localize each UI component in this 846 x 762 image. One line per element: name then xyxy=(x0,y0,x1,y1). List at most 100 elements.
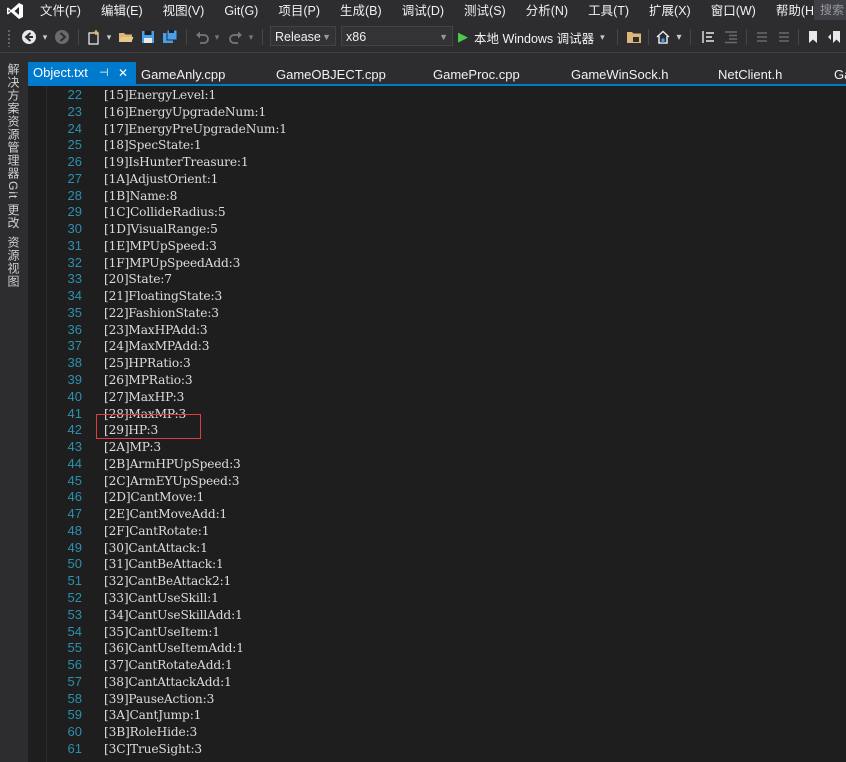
tab-gameanly-cpp[interactable]: GameAnly.cpp xyxy=(141,63,225,86)
line-number: 61 xyxy=(67,740,82,756)
undo-dropdown-icon[interactable]: ▾ xyxy=(212,22,222,52)
search-input[interactable]: 搜索 xyxy=(814,0,846,20)
tab-object-txt[interactable]: Object.txt ⊣ ✕ xyxy=(28,62,136,84)
uncomment-lines-icon[interactable] xyxy=(774,22,794,52)
line-number: 29 xyxy=(67,204,82,220)
menu-item[interactable]: 工具(T) xyxy=(578,0,639,22)
line-text: [19]IsHunterTreasure:1 xyxy=(104,155,249,170)
line-text: [3B]RoleHide:3 xyxy=(104,725,198,740)
line-text: [30]CantAttack:1 xyxy=(104,540,208,555)
save-all-icon[interactable] xyxy=(160,22,180,52)
solution-platform-value: x86 xyxy=(346,30,367,44)
line-text: [3C]TrueSight:3 xyxy=(104,741,203,756)
menu-item[interactable]: 视图(V) xyxy=(153,0,215,22)
redo-dropdown-icon[interactable]: ▾ xyxy=(246,22,256,52)
toolbar-grip[interactable] xyxy=(7,29,11,47)
text-editor[interactable]: 22 [15]EnergyLevel:1 23 [16]EnergyUpgradeNu… xyxy=(28,86,846,762)
menu-items: 文件(F) 编辑(E) 视图(V) Git(G) 项目(P) 生成(B) 调试(D) 测试(S… xyxy=(30,0,828,22)
redo-icon[interactable] xyxy=(226,22,246,52)
toolbar-separator xyxy=(648,29,649,45)
line-number: 33 xyxy=(67,271,82,287)
navigate-back-icon[interactable] xyxy=(18,22,40,52)
chevron-down-icon: ▼ xyxy=(439,32,448,42)
side-tab-git-changes[interactable]: Git 更改 xyxy=(5,181,22,230)
menu-item[interactable]: 编辑(E) xyxy=(91,0,153,22)
menu-item[interactable]: 扩展(X) xyxy=(639,0,701,22)
home-icon[interactable] xyxy=(653,22,673,52)
previous-bookmark-icon[interactable] xyxy=(825,22,845,52)
line-text: [35]CantUseItem:1 xyxy=(104,624,220,639)
tab-gamewinsock-h[interactable]: GameWinSock.h xyxy=(571,63,669,86)
line-text: [39]PauseAction:3 xyxy=(104,691,215,706)
solution-configuration-value: Release xyxy=(275,30,321,44)
line-text: [16]EnergyUpgradeNum:1 xyxy=(104,104,267,119)
line-text: [17]EnergyPreUpgradeNum:1 xyxy=(104,121,287,136)
play-icon: ▶ xyxy=(458,29,468,44)
line-number: 41 xyxy=(67,405,82,421)
toolbar-overflow-icon[interactable]: ▾ xyxy=(673,22,685,52)
line-number: 43 xyxy=(67,439,82,455)
line-number: 36 xyxy=(67,321,82,337)
save-icon[interactable] xyxy=(138,22,158,52)
chevron-down-icon: ▼ xyxy=(322,32,331,42)
close-icon[interactable]: ✕ xyxy=(118,62,128,84)
line-number: 35 xyxy=(67,304,82,320)
step-into-icon[interactable] xyxy=(697,22,719,52)
new-item-icon[interactable] xyxy=(84,22,104,52)
visual-studio-logo-icon[interactable] xyxy=(0,0,30,22)
line-text: [24]MaxMPAdd:3 xyxy=(104,339,210,354)
toolbar-separator xyxy=(798,29,799,45)
line-number: 27 xyxy=(67,170,82,186)
solution-configuration-dropdown[interactable]: Release ▼ xyxy=(270,26,336,46)
line-text: [2A]MP:3 xyxy=(104,440,161,455)
line-text: [38]CantAttackAdd:1 xyxy=(104,674,232,689)
open-folder-icon[interactable] xyxy=(116,22,136,52)
line-text: [25]HPRatio:3 xyxy=(104,356,191,371)
line-number: 58 xyxy=(67,690,82,706)
side-tab-resource-view[interactable]: 资源视图 xyxy=(5,236,22,288)
line-text: [1C]CollideRadius:5 xyxy=(104,205,226,220)
side-tab-solution-explorer[interactable]: 解决方案资源管理器 xyxy=(5,63,22,180)
format-indent-icon[interactable] xyxy=(720,22,742,52)
toolbar-separator xyxy=(746,29,747,45)
solution-platform-dropdown[interactable]: x86 ▼ xyxy=(341,26,453,46)
menu-item[interactable]: 测试(S) xyxy=(454,0,516,22)
new-item-dropdown-icon[interactable]: ▾ xyxy=(104,22,114,52)
menu-item[interactable]: 项目(P) xyxy=(268,0,330,22)
line-text: [37]CantRotateAdd:1 xyxy=(104,658,233,673)
line-number: 40 xyxy=(67,388,82,404)
line-number: 44 xyxy=(67,455,82,471)
tab-overflow[interactable]: Ga xyxy=(834,63,846,86)
line-text: [36]CantUseItemAdd:1 xyxy=(104,641,244,656)
menu-item[interactable]: 生成(B) xyxy=(330,0,392,22)
line-text: [1D]VisualRange:5 xyxy=(104,222,218,237)
standard-toolbar: ▾ ▾ ▾ ▾ Release ▼ x86 ▼ ▶ 本地 Windows 调试器… xyxy=(0,22,846,53)
bookmark-icon[interactable] xyxy=(803,22,823,52)
menu-item[interactable]: 分析(N) xyxy=(516,0,578,22)
tab-netclient-h[interactable]: NetClient.h xyxy=(718,63,782,86)
line-number: 42 xyxy=(67,422,82,438)
line-text: [2C]ArmEYUpSpeed:3 xyxy=(104,473,240,488)
start-debugging-button[interactable]: ▶ 本地 Windows 调试器 ▾ xyxy=(458,22,614,52)
line-number: 46 xyxy=(67,489,82,505)
undo-icon[interactable] xyxy=(192,22,212,52)
solution-folder-icon[interactable] xyxy=(623,22,645,52)
line-number: 59 xyxy=(67,707,82,723)
menu-item[interactable]: 调试(D) xyxy=(392,0,454,22)
tab-gameproc-cpp[interactable]: GameProc.cpp xyxy=(433,63,520,86)
tab-gameobject-cpp[interactable]: GameOBJECT.cpp xyxy=(276,63,386,86)
line-number: 45 xyxy=(67,472,82,488)
line-number: 37 xyxy=(67,338,82,354)
line-text: [26]MPRatio:3 xyxy=(104,373,193,388)
toolbar-separator xyxy=(78,29,79,45)
comment-lines-icon[interactable] xyxy=(752,22,772,52)
menu-item[interactable]: Git(G) xyxy=(214,0,268,22)
navigate-forward-icon[interactable] xyxy=(52,22,72,52)
menu-item[interactable]: 窗口(W) xyxy=(701,0,766,22)
line-number: 53 xyxy=(67,606,82,622)
pin-icon[interactable]: ⊣ xyxy=(99,62,109,84)
menu-item[interactable]: 文件(F) xyxy=(30,0,91,22)
line-text: [23]MaxHPAdd:3 xyxy=(104,322,208,337)
line-text: [1E]MPUpSpeed:3 xyxy=(104,238,217,253)
navigate-back-dropdown-icon[interactable]: ▾ xyxy=(40,22,50,52)
